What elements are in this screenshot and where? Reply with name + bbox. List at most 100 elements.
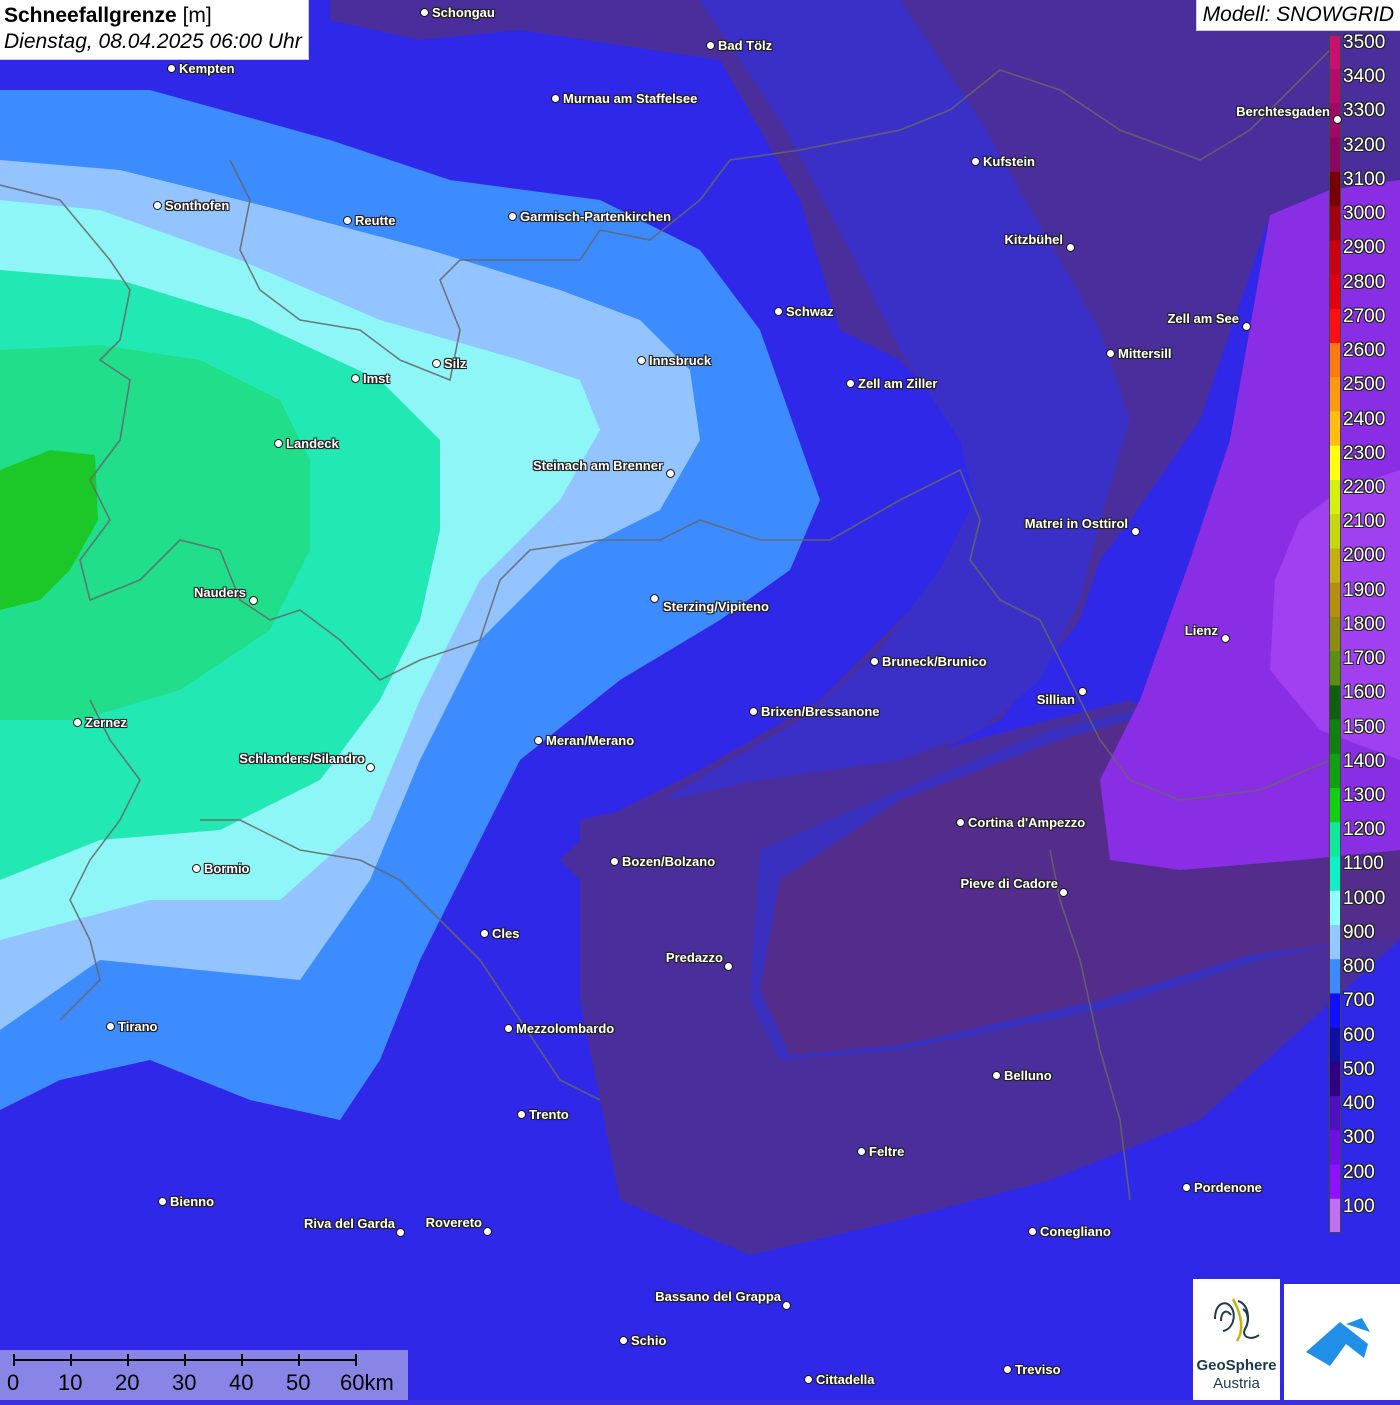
legend-swatch-200	[1329, 1164, 1341, 1200]
city-marker-kufstein[interactable]	[971, 157, 980, 166]
city-marker-reutte[interactable]	[343, 216, 352, 225]
legend-label-1700: 1700	[1343, 648, 1386, 670]
city-marker-mittersill[interactable]	[1106, 349, 1115, 358]
legend-label-1400: 1400	[1343, 750, 1386, 772]
scale-label-10: 10	[58, 1370, 83, 1395]
city-marker-matrei-in-osttirol[interactable]	[1131, 527, 1140, 536]
title-box: Schneefallgrenze [m] Dienstag, 08.04.202…	[0, 0, 309, 60]
city-marker-rovereto[interactable]	[483, 1227, 492, 1236]
legend-swatch-2600	[1329, 343, 1341, 378]
city-marker-predazzo[interactable]	[724, 962, 733, 971]
legend-swatch-3200	[1329, 137, 1341, 173]
city-marker-nauders[interactable]	[249, 596, 258, 605]
city-marker-schongau[interactable]	[420, 8, 429, 17]
geosphere-logo-line1: GeoSphere	[1196, 1357, 1277, 1374]
city-marker-conegliano[interactable]	[1028, 1227, 1037, 1236]
city-marker-sonthofen[interactable]	[153, 201, 162, 210]
city-marker-bienno[interactable]	[158, 1197, 167, 1206]
city-marker-treviso[interactable]	[1003, 1365, 1012, 1374]
city-label-matrei-in-osttirol: Matrei in Osttirol	[1024, 516, 1128, 531]
city-label-bozen-bolzano: Bozen/Bolzano	[622, 854, 716, 869]
legend-swatch-400	[1329, 1096, 1341, 1131]
city-marker-murnau-am-staffelsee[interactable]	[551, 94, 560, 103]
legend-label-100: 100	[1343, 1195, 1375, 1217]
city-marker-tirano[interactable]	[106, 1022, 115, 1031]
city-marker-berchtesgaden[interactable]	[1333, 115, 1342, 124]
city-marker-bruneck-brunico[interactable]	[870, 657, 879, 666]
legend-label-1800: 1800	[1343, 613, 1386, 635]
legend-label-3300: 3300	[1343, 100, 1386, 122]
city-label-garmisch-partenkirchen: Garmisch-Partenkirchen	[520, 209, 672, 224]
legend-swatch-900	[1329, 924, 1341, 960]
city-label-cortina-d-ampezzo: Cortina d'Ampezzo	[968, 815, 1086, 830]
city-label-feltre: Feltre	[869, 1144, 905, 1159]
city-marker-pordenone[interactable]	[1182, 1183, 1191, 1192]
city-label-murnau-am-staffelsee: Murnau am Staffelsee	[563, 91, 698, 106]
city-marker-sillian[interactable]	[1078, 687, 1087, 696]
scale-label-60km: 60km	[340, 1370, 394, 1395]
city-marker-kempten[interactable]	[167, 64, 176, 73]
scale-label-50: 50	[286, 1370, 311, 1395]
snowgrid-app-logo[interactable]	[1284, 1284, 1400, 1400]
city-label-belluno: Belluno	[1004, 1068, 1052, 1083]
legend-swatch-3000	[1329, 206, 1341, 241]
legend-label-300: 300	[1343, 1127, 1375, 1149]
city-marker-bassano-del-grappa[interactable]	[782, 1301, 791, 1310]
legend-swatch-3500	[1329, 35, 1341, 70]
city-marker-steinach-am-brenner[interactable]	[666, 469, 675, 478]
city-marker-zernez[interactable]	[73, 718, 82, 727]
city-marker-silz[interactable]	[432, 359, 441, 368]
city-marker-bormio[interactable]	[192, 864, 201, 873]
legend-label-2900: 2900	[1343, 237, 1386, 259]
legend-swatch-700	[1329, 993, 1341, 1029]
legend-swatch-1300	[1329, 788, 1341, 823]
legend-label-3200: 3200	[1343, 134, 1386, 156]
city-marker-sterzing-vipiteno[interactable]	[650, 594, 659, 603]
legend-swatch-2700	[1329, 308, 1341, 344]
city-marker-brixen-bressanone[interactable]	[749, 707, 758, 716]
legend-swatch-300	[1329, 1130, 1341, 1166]
city-marker-belluno[interactable]	[992, 1071, 1001, 1080]
city-marker-garmisch-partenkirchen[interactable]	[508, 212, 517, 221]
city-label-sonthofen: Sonthofen	[165, 198, 230, 213]
city-marker-zell-am-ziller[interactable]	[846, 379, 855, 388]
legend-label-3000: 3000	[1343, 203, 1386, 225]
city-label-lienz: Lienz	[1184, 623, 1218, 638]
city-label-berchtesgaden: Berchtesgaden	[1236, 104, 1330, 119]
city-marker-schlanders-silandro[interactable]	[366, 763, 375, 772]
city-marker-feltre[interactable]	[857, 1147, 866, 1156]
legend-label-3400: 3400	[1343, 66, 1386, 88]
city-marker-bozen-bolzano[interactable]	[610, 857, 619, 866]
city-marker-lienz[interactable]	[1221, 634, 1230, 643]
city-marker-riva-del-garda[interactable]	[396, 1228, 405, 1237]
city-marker-landeck[interactable]	[274, 439, 283, 448]
city-marker-pieve-di-cadore[interactable]	[1059, 888, 1068, 897]
city-marker-bad-t-lz[interactable]	[706, 41, 715, 50]
city-marker-schwaz[interactable]	[774, 307, 783, 316]
legend-swatch-2500	[1329, 377, 1341, 413]
city-marker-cortina-d-ampezzo[interactable]	[956, 818, 965, 827]
city-label-bormio: Bormio	[204, 861, 250, 876]
city-marker-meran-merano[interactable]	[534, 736, 543, 745]
legend-label-700: 700	[1343, 990, 1375, 1012]
city-marker-schio[interactable]	[619, 1336, 628, 1345]
city-marker-cles[interactable]	[480, 929, 489, 938]
legend-label-1200: 1200	[1343, 819, 1386, 841]
city-marker-innsbruck[interactable]	[637, 356, 646, 365]
city-marker-trento[interactable]	[517, 1110, 526, 1119]
city-marker-kitzb-hel[interactable]	[1066, 243, 1075, 252]
city-label-mittersill: Mittersill	[1118, 346, 1172, 361]
city-marker-imst[interactable]	[351, 374, 360, 383]
legend-swatch-2300	[1329, 445, 1341, 481]
city-marker-zell-am-see[interactable]	[1242, 322, 1251, 331]
legend-label-1600: 1600	[1343, 682, 1386, 704]
city-label-zell-am-see: Zell am See	[1167, 311, 1239, 326]
geosphere-logo[interactable]: GeoSphere Austria	[1193, 1279, 1280, 1400]
city-marker-mezzolombardo[interactable]	[504, 1024, 513, 1033]
city-label-kempten: Kempten	[179, 61, 235, 76]
legend-swatch-2100	[1329, 514, 1341, 549]
legend-swatch-1400	[1329, 753, 1341, 789]
map-title: Schneefallgrenze [m]	[4, 3, 302, 29]
city-marker-cittadella[interactable]	[804, 1375, 813, 1384]
city-label-rovereto: Rovereto	[425, 1215, 482, 1230]
